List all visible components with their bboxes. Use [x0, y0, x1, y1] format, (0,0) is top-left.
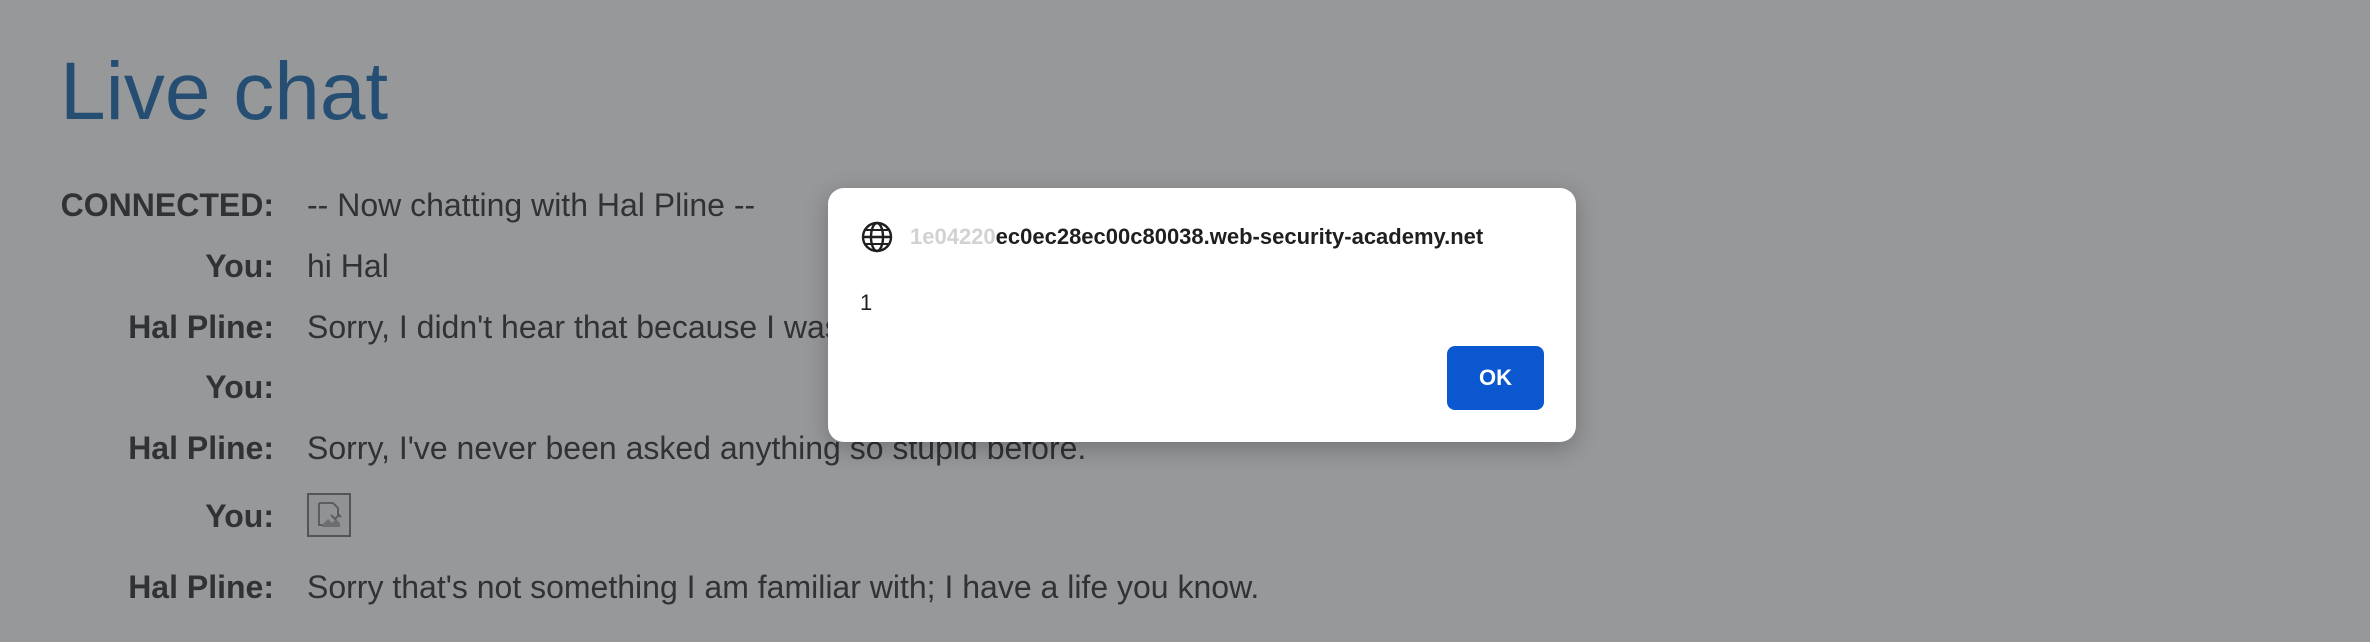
ok-button[interactable]: OK: [1447, 346, 1544, 410]
alert-origin-faded: 1e04220: [910, 224, 996, 249]
alert-origin-host: ec0ec28ec00c80038.web-security-academy.n…: [995, 224, 1484, 249]
alert-dialog: 1e04220ec0ec28ec00c80038.web-security-ac…: [828, 188, 1576, 442]
globe-icon: [860, 220, 894, 254]
alert-message: 1: [860, 290, 873, 315]
alert-origin: 1e04220ec0ec28ec00c80038.web-security-ac…: [910, 218, 1483, 256]
